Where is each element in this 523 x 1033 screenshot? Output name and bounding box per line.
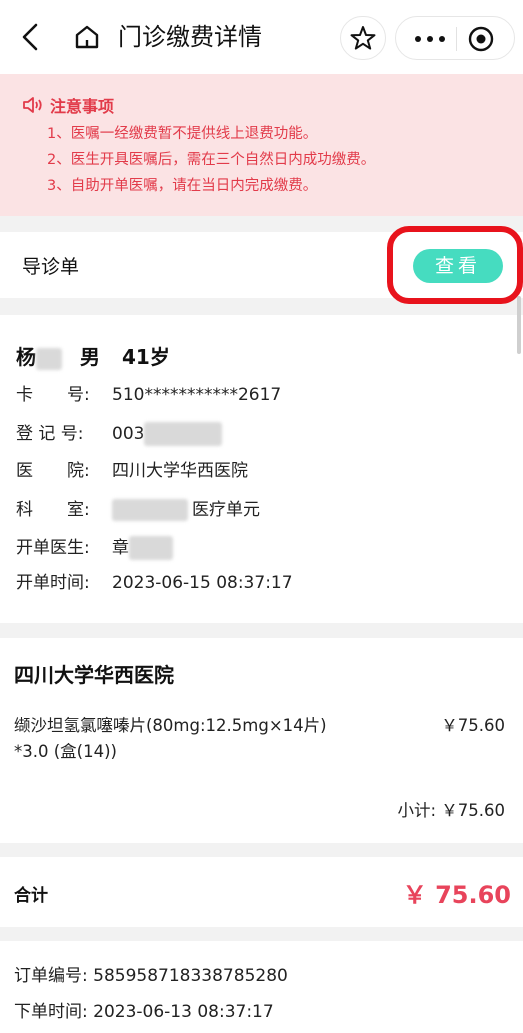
order-date-row: 下单时间: 2023-06-13 08:37:17 (14, 997, 274, 1022)
notice-panel: 注意事项 1、医嘱一经缴费暂不提供线上退费功能。 2、医生开具医嘱后，需在三个自… (0, 74, 523, 216)
doctor-row: 开单医生: 章 (16, 536, 173, 560)
top-bar: 门诊缴费详情 (0, 0, 523, 74)
doctor-label: 开单医生: (16, 538, 90, 558)
card-number-label: 卡 号: (16, 385, 90, 405)
notice-line: 1、医嘱一经缴费暂不提供线上退费功能。 (47, 126, 318, 142)
total-label: 合计 (14, 886, 48, 906)
order-date-value: 2023-06-13 08:37:17 (93, 1002, 274, 1022)
guide-sheet-label: 导诊单 (22, 256, 80, 278)
scrollbar[interactable] (517, 296, 521, 354)
patient-age: 41岁 (122, 345, 170, 369)
page-title: 门诊缴费详情 (118, 23, 262, 51)
order-number-label: 订单编号: (14, 966, 88, 986)
registration-label: 登 记 号: (16, 424, 84, 444)
more-icon[interactable] (412, 25, 448, 53)
patient-gender: 男 (80, 345, 100, 369)
speaker-icon (23, 97, 42, 113)
subtotal: 小计: ￥75.60 (397, 801, 505, 820)
patient-info-card: 杨 男 41岁 卡 号: 510***********2617 登 记 号: 003 医… (0, 315, 523, 623)
order-number-row: 订单编号: 585958718338785280 (14, 961, 288, 986)
redacted-mask (36, 347, 62, 370)
patient-header: 杨 男 41岁 (16, 341, 170, 370)
target-icon[interactable] (467, 25, 495, 53)
redacted-mask (144, 422, 223, 446)
home-icon[interactable] (72, 22, 102, 52)
notice-line: 3、自助开单医嘱，请在当日内完成缴费。 (47, 178, 318, 194)
redacted-mask (112, 499, 188, 521)
notice-header: 注意事项 (22, 94, 114, 116)
star-icon (350, 26, 376, 50)
drug-name: 缬沙坦氢氯噻嗪片(80mg:12.5mg×14片) *3.0 (盒(14)) (14, 716, 327, 761)
hospital-name: 四川大学华西医院 (14, 663, 174, 687)
order-time-value: 2023-06-15 08:37:17 (112, 573, 293, 593)
department-label: 科 室: (16, 500, 90, 520)
notice-title: 注意事项 (50, 97, 115, 116)
department-value: 医疗单元 (192, 500, 260, 520)
hospital-label: 医 院: (16, 461, 90, 481)
order-info-card: 订单编号: 585958718338785280 下单时间: 2023-06-1… (0, 941, 523, 1033)
capsule-divider (456, 27, 457, 51)
order-date-label: 下单时间: (14, 1002, 88, 1022)
order-time-label: 开单时间: (16, 573, 90, 593)
department-row: 科 室: 医疗单元 (16, 498, 260, 522)
highlight-annotation (387, 226, 523, 304)
notice-line: 2、医生开具医嘱后，需在三个自然日内成功缴费。 (47, 152, 376, 168)
total-amount: ￥ 75.60 (402, 881, 511, 909)
order-items-card: 四川大学华西医院 缬沙坦氢氯噻嗪片(80mg:12.5mg×14片) *3.0 … (0, 638, 523, 843)
order-number-value: 585958718338785280 (93, 966, 288, 986)
patient-surname: 杨 (16, 345, 36, 369)
hospital-value: 四川大学华西医院 (112, 461, 248, 481)
card-number-value: 510***********2617 (112, 385, 282, 405)
drug-price: ￥75.60 (441, 716, 505, 735)
chevron-left-icon[interactable] (16, 20, 46, 54)
registration-row: 登 记 号: 003 (16, 422, 223, 446)
mini-program-capsule (395, 16, 515, 60)
favorite-button[interactable] (340, 16, 386, 60)
total-row: 合计 ￥ 75.60 (0, 857, 523, 927)
redacted-mask (129, 536, 173, 560)
hospital-row: 医 院: 四川大学华西医院 (16, 459, 248, 483)
registration-value: 003 (112, 424, 145, 444)
order-time-row: 开单时间: 2023-06-15 08:37:17 (16, 571, 293, 595)
doctor-value: 章 (112, 538, 129, 558)
card-number-row: 卡 号: 510***********2617 (16, 383, 281, 407)
